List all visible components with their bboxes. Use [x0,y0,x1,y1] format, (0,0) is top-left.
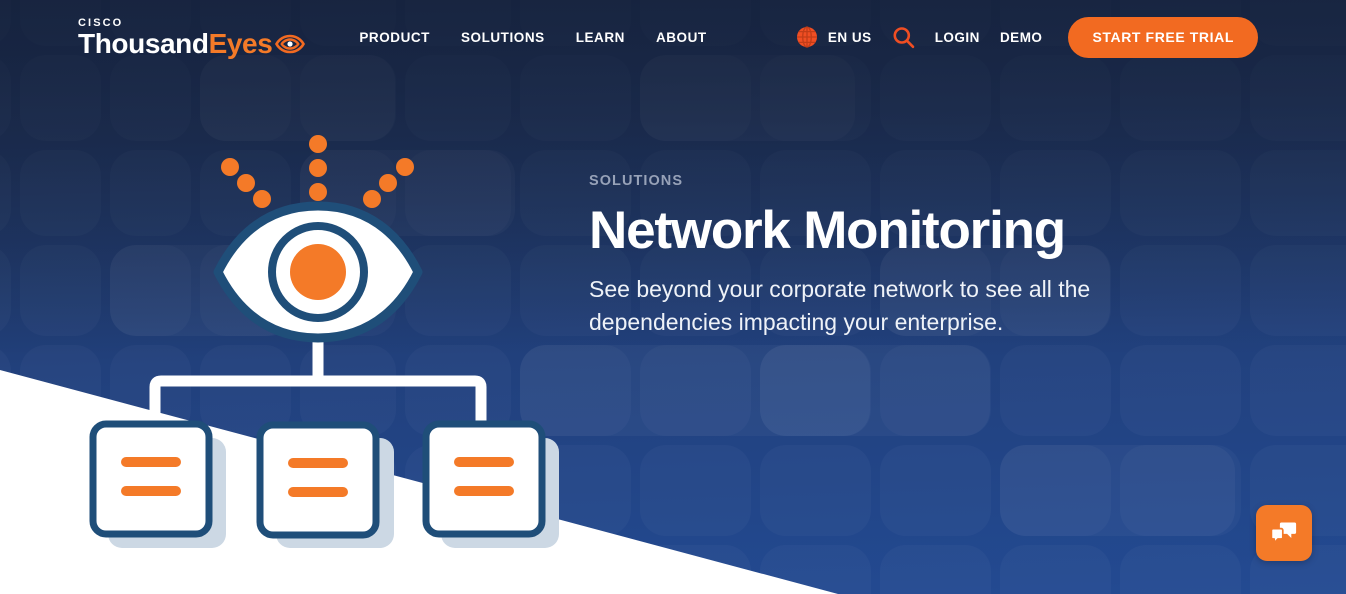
nav-item-about[interactable]: ABOUT [656,30,707,45]
language-selector[interactable]: EN US [828,30,872,45]
search-icon[interactable] [892,26,915,49]
connector-lines [149,320,487,431]
page-root: CISCO Thousand Eyes PRODUCT SOLUTIONS LE… [0,0,1346,594]
nav-item-learn[interactable]: LEARN [576,30,625,45]
hero-content: SOLUTIONS Network Monitoring See beyond … [589,173,1149,338]
nav-item-solutions[interactable]: SOLUTIONS [461,30,545,45]
start-free-trial-button[interactable]: START FREE TRIAL [1068,16,1258,58]
eye-logo-icon [275,34,306,53]
globe-icon[interactable] [796,26,818,48]
main-navigation: PRODUCT SOLUTIONS LEARN ABOUT [359,30,706,45]
hero-eyebrow: SOLUTIONS [589,173,684,189]
chat-bubbles-icon [1270,522,1297,544]
site-header: CISCO Thousand Eyes PRODUCT SOLUTIONS LE… [0,0,1346,74]
nav-item-product[interactable]: PRODUCT [359,30,430,45]
hero-subtitle: See beyond your corporate network to see… [589,276,1091,335]
header-utility-bar: EN US LOGIN DEMO START FREE TRIAL [796,16,1258,58]
signal-ray-dots [221,135,414,208]
logo-wordmark: Thousand Eyes [78,27,306,59]
login-link[interactable]: LOGIN [935,30,980,45]
device-card [422,420,546,538]
page-title: Network Monitoring [589,201,1066,260]
logo-thousand-text: Thousand [78,27,209,59]
device-card [256,421,380,539]
logo-eyes-text: Eyes [208,27,273,59]
device-card [89,420,213,538]
device-card-shadows [108,438,559,548]
chat-widget-button[interactable] [1256,505,1312,561]
eye-icon [213,201,423,343]
brand-logo[interactable]: CISCO Thousand Eyes [78,17,306,59]
demo-link[interactable]: DEMO [1000,30,1043,45]
